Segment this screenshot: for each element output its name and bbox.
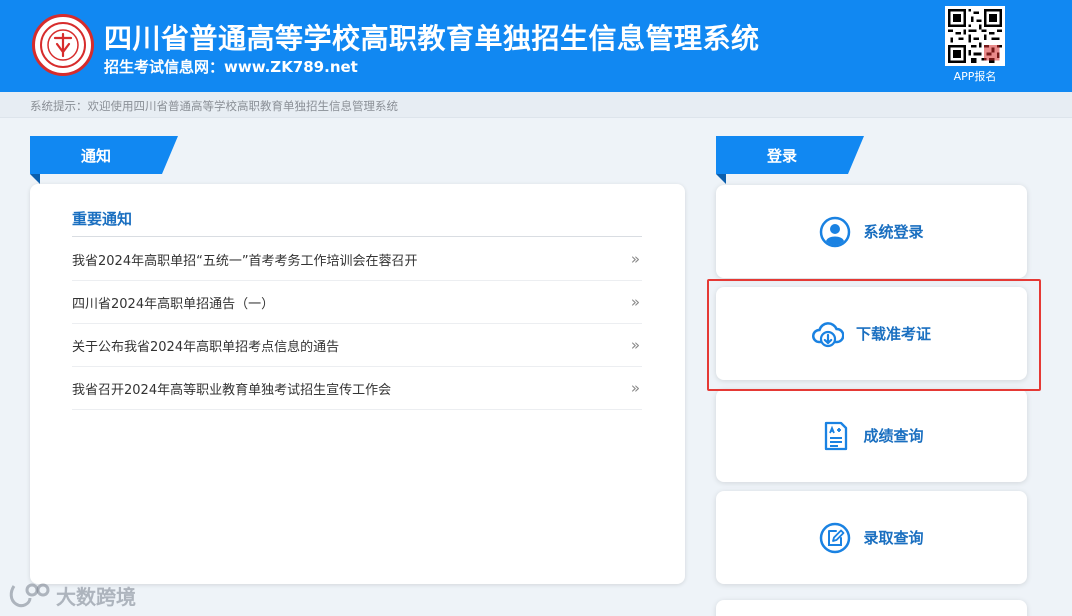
score-query-button[interactable]: 成绩查询 — [716, 389, 1027, 482]
ribbon-fold — [716, 174, 726, 184]
download-admission-ticket-label: 下载准考证 — [855, 325, 931, 343]
notice-item[interactable]: 关于公布我省2024年高职单招考点信息的通告 » — [72, 324, 642, 367]
double-chevron-right-icon: » — [630, 293, 640, 311]
edit-icon — [820, 522, 851, 553]
score-query-label: 成绩查询 — [863, 427, 924, 445]
double-chevron-right-icon: » — [630, 250, 640, 268]
site-subtitle: 招生考试信息网：www.ZK789.net — [104, 58, 358, 76]
qr-label: APP报名 — [953, 70, 997, 83]
app-qr-code[interactable] — [945, 6, 1005, 66]
notice-item[interactable]: 四川省2024年高职单招通告（一） » — [72, 281, 642, 324]
card-partial — [716, 600, 1027, 616]
watermark: 大数跨境 — [8, 580, 136, 610]
site-title: 四川省普通高等学校高职教育单独招生信息管理系统 — [104, 22, 760, 55]
cloud-download-icon — [811, 321, 844, 347]
university-seal-logo — [32, 14, 94, 76]
site-header: 四川省普通高等学校高职教育单独招生信息管理系统 招生考试信息网：www.ZK78… — [0, 0, 1072, 92]
login-tab: 登录 — [716, 136, 864, 174]
ribbon-fold — [30, 174, 40, 184]
system-login-label: 系统登录 — [863, 223, 924, 241]
double-chevron-right-icon: » — [630, 336, 640, 354]
notice-divider — [72, 236, 642, 237]
notice-heading: 重要通知 — [72, 210, 133, 228]
double-chevron-right-icon: » — [630, 379, 640, 397]
notice-list: 我省2024年高职单招“五统一”首考考务工作培训会在蓉召开 » 四川省2024年… — [72, 238, 642, 410]
admission-query-label: 录取查询 — [863, 529, 924, 547]
score-document-icon — [825, 421, 848, 450]
watermark-text: 大数跨境 — [56, 584, 136, 609]
watermark-logo-icon — [9, 583, 50, 608]
notice-item-text[interactable]: 我省2024年高职单招“五统一”首考考务工作培训会在蓉召开 — [72, 250, 418, 269]
notice-item[interactable]: 我省2024年高职单招“五统一”首考考务工作培训会在蓉召开 » — [72, 238, 642, 281]
notice-tab: 通知 — [30, 136, 178, 174]
download-admission-ticket-button[interactable]: 下载准考证 — [716, 287, 1027, 380]
system-login-button[interactable]: 系统登录 — [716, 185, 1027, 278]
notice-item-text[interactable]: 四川省2024年高职单招通告（一） — [72, 293, 274, 312]
user-icon — [820, 216, 851, 247]
system-tip-text: 系统提示：欢迎使用四川省普通高等学校高职教育单独招生信息管理系统 — [30, 99, 398, 113]
notice-item-text[interactable]: 关于公布我省2024年高职单招考点信息的通告 — [72, 336, 339, 355]
login-tab-label: 登录 — [766, 146, 797, 165]
notice-item[interactable]: 我省召开2024年高等职业教育单独考试招生宣传工作会 » — [72, 367, 642, 410]
system-tip-bar: 系统提示：欢迎使用四川省普通高等学校高职教育单独招生信息管理系统 — [0, 92, 1072, 118]
notice-item-text[interactable]: 我省召开2024年高等职业教育单独考试招生宣传工作会 — [72, 379, 391, 398]
notice-tab-label: 通知 — [80, 146, 111, 165]
admission-query-button[interactable]: 录取查询 — [716, 491, 1027, 584]
notice-panel: 重要通知 我省2024年高职单招“五统一”首考考务工作培训会在蓉召开 » 四川省… — [30, 184, 685, 584]
